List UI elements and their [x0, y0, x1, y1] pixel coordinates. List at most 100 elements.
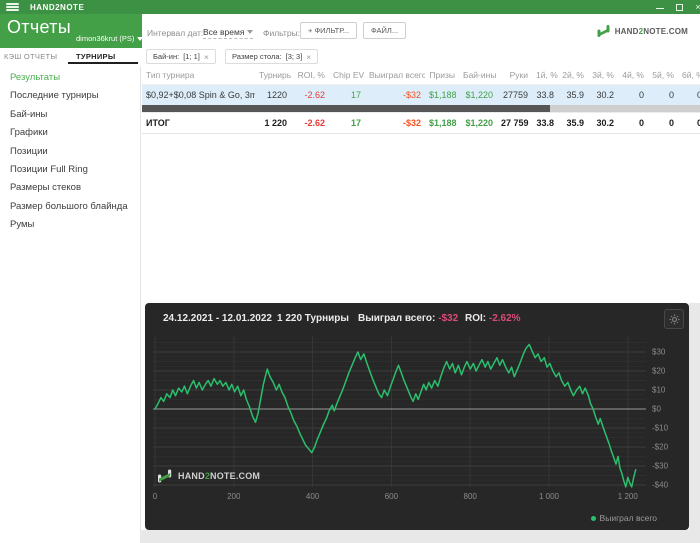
cell-tournaments: 1220: [266, 90, 287, 100]
account-selector[interactable]: dimon36krut (PS): [76, 34, 144, 43]
header-cell-tournaments[interactable]: Турниры: [255, 66, 291, 84]
cell-won_total: -$32: [402, 90, 421, 100]
header-cell-buyins[interactable]: Бай-ины: [459, 66, 497, 84]
add-filter-button[interactable]: + ФИЛЬТР...: [300, 22, 358, 39]
cell-type: ИТОГ: [146, 118, 170, 128]
cell-p4: 0: [638, 118, 644, 128]
date-interval-value[interactable]: Все время: [203, 27, 254, 39]
svg-text:1 000: 1 000: [539, 492, 560, 501]
maximize-button[interactable]: [674, 2, 684, 12]
cell-p2: 35.9: [566, 118, 584, 128]
header-cell-type[interactable]: Тип турнира: [142, 66, 255, 84]
sidebar-item-3[interactable]: Графики: [0, 124, 140, 142]
header-cell-p6[interactable]: 6й, %: [678, 66, 700, 84]
header-cell-p3[interactable]: 3й, %: [588, 66, 618, 84]
chevron-down-icon: [137, 36, 144, 41]
cell-p3: 30.2: [596, 118, 614, 128]
cell-type: $0,92+$0,08 Spin & Go, 3max: [146, 90, 255, 100]
winnings-chart-panel: 0 200 400 600 800 1 000 1 200 $30 $20 $10 $0 -$10 -$…: [145, 303, 689, 530]
sidebar-item-1[interactable]: Последние турниры: [0, 87, 140, 105]
cell-p3: 30.2: [596, 90, 614, 100]
sidebar-item-0[interactable]: Результаты: [0, 69, 140, 87]
filters-label: Фильтры:: [263, 28, 301, 38]
cell-p5: 0: [668, 118, 674, 128]
tab-tournaments[interactable]: ТУРНИРЫ: [76, 52, 116, 61]
date-interval-label: Интервал дат:: [147, 28, 204, 38]
svg-text:200: 200: [227, 492, 241, 501]
table-row[interactable]: ИТОГ 1 220 -2.62 17 -$32 $1,188 $1,220 27 759 33…: [142, 112, 700, 134]
tab-cash-reports[interactable]: КЭШ ОТЧЕТЫ: [4, 52, 57, 61]
cell-tournaments: 1 220: [264, 118, 287, 128]
sidebar-item-6[interactable]: Размеры стеков: [0, 179, 140, 197]
chart-settings-button[interactable]: [664, 309, 684, 329]
chevron-down-icon: [247, 30, 254, 34]
cell-buyins: $1,220: [465, 118, 493, 128]
cell-chip_ev: 17: [350, 90, 361, 100]
minimize-button[interactable]: [655, 2, 665, 12]
chart-watermark: HAND2NOTE.COM: [156, 468, 260, 484]
header-cell-p5[interactable]: 5й, %: [648, 66, 678, 84]
hand2note-logo-icon: [158, 469, 172, 483]
cell-p6: 0: [696, 90, 700, 100]
gear-icon: [669, 314, 679, 324]
cell-p5: 0: [668, 90, 674, 100]
close-icon[interactable]: ×: [306, 52, 311, 61]
chart-roi: ROI: -2.62%: [465, 313, 521, 324]
svg-text:$10: $10: [652, 386, 666, 395]
chart-date-range: 24.12.2021 - 12.01.2022: [163, 313, 272, 324]
svg-text:800: 800: [464, 492, 478, 501]
close-button[interactable]: ×: [693, 2, 700, 12]
cell-roi: -2.62: [304, 90, 325, 100]
svg-text:$20: $20: [652, 367, 666, 376]
header-cell-p4[interactable]: 4й, %: [618, 66, 648, 84]
cell-chip_ev: 17: [350, 118, 361, 128]
filter-chips-row: Бай-ин: [1; 1] × Размер стола: [3; 3] ×: [142, 48, 700, 66]
cell-roi: -2.62: [304, 118, 325, 128]
cell-prizes: $1,188: [429, 118, 457, 128]
cell-prizes: $1,188: [429, 90, 457, 100]
legend-dot-icon: [590, 515, 596, 521]
svg-text:0: 0: [153, 492, 158, 501]
page-title: Отчеты: [7, 17, 72, 37]
bottom-gutter: [140, 530, 700, 543]
filter-toolbar: Интервал дат: Все время Фильтры: + ФИЛЬТ…: [142, 14, 700, 48]
cell-p6: 0: [696, 118, 700, 128]
legend-item-won-total[interactable]: Выиграл всего: [590, 513, 657, 523]
sidebar-item-5[interactable]: Позиции Full Ring: [0, 161, 140, 179]
cell-hands: 27759: [502, 90, 528, 100]
svg-text:-$40: -$40: [652, 481, 669, 490]
header-cell-hands[interactable]: Руки: [497, 66, 532, 84]
file-button[interactable]: ФАЙЛ...: [363, 22, 407, 39]
app-titlebar: HAND2NOTE ×: [0, 0, 700, 14]
filter-chip-table-size[interactable]: Размер стола: [3; 3] ×: [225, 49, 319, 64]
sidebar-item-2[interactable]: Бай-ины: [0, 106, 140, 124]
sidebar-item-8[interactable]: Румы: [0, 216, 140, 234]
menu-icon[interactable]: [6, 3, 19, 11]
header-cell-won_total[interactable]: Выиграл всего: [365, 66, 425, 84]
cell-hands: 27 759: [501, 118, 529, 128]
report-sidebar: Результаты Последние турниры Бай-ины График…: [0, 66, 141, 543]
header-cell-roi[interactable]: ROI, %: [291, 66, 329, 84]
filter-chip-buyin[interactable]: Бай-ин: [1; 1] ×: [146, 49, 216, 64]
cell-p2: 35.9: [566, 90, 584, 100]
header-cell-prizes[interactable]: Призы: [425, 66, 459, 84]
sidebar-item-4[interactable]: Позиции: [0, 143, 140, 161]
sidebar-item-7[interactable]: Размер большого блайнда: [0, 198, 140, 216]
right-gutter: [689, 303, 700, 530]
close-icon[interactable]: ×: [204, 52, 209, 61]
brand-text: HAND2NOTE.COM: [614, 26, 688, 36]
svg-text:-$20: -$20: [652, 443, 669, 452]
svg-text:$30: $30: [652, 348, 666, 357]
scrollbar-thumb[interactable]: [142, 105, 550, 112]
table-row[interactable]: $0,92+$0,08 Spin & Go, 3max 1220 -2.62 17 -$…: [142, 85, 700, 105]
header-cell-p2[interactable]: 2й, %: [558, 66, 588, 84]
svg-text:1 200: 1 200: [618, 492, 639, 501]
cell-p4: 0: [638, 90, 644, 100]
results-table: Тип турнира Турниры ROI, % Chip EV Выиграл в…: [142, 66, 700, 134]
chart-won-total: Выиграл всего: -$32: [358, 313, 459, 324]
account-name: dimon36krut (PS): [76, 34, 135, 43]
table-horizontal-scrollbar[interactable]: [142, 105, 700, 112]
header-cell-p1[interactable]: 1й, %: [532, 66, 558, 84]
header-cell-chip_ev[interactable]: Chip EV: [329, 66, 365, 84]
report-tabs: КЭШ ОТЧЕТЫ ТУРНИРЫ: [0, 48, 142, 66]
